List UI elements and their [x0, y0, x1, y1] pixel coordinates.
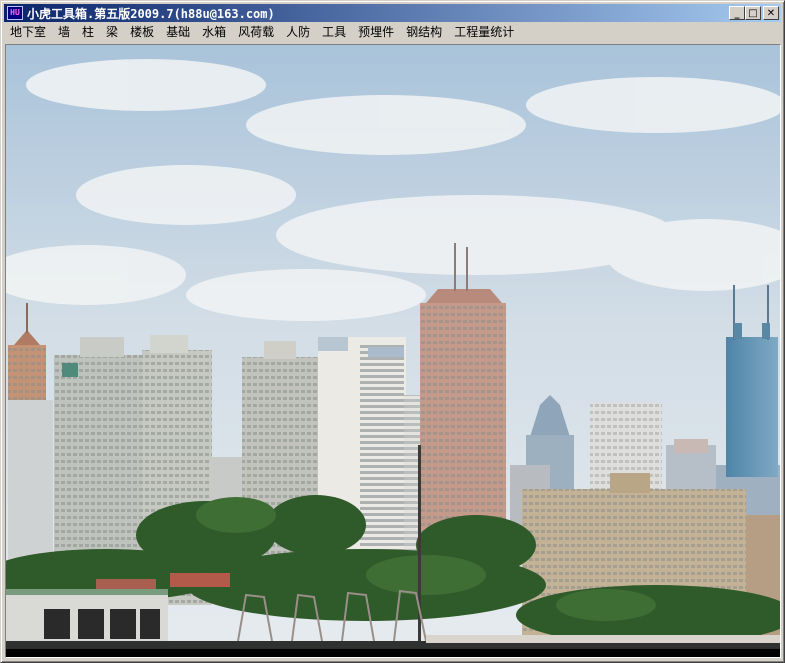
menu-bar: 地下室 墙 柱 梁 楼板 基础 水箱 风荷载 人防 工具 预埋件 钢结构 工程量… — [4, 23, 781, 42]
bottom-edge — [6, 649, 780, 657]
banner-sign — [426, 635, 780, 643]
close-icon: ✕ — [766, 7, 776, 19]
title-bar[interactable]: HU 小虎工具箱.第五版2009.7(h88u@163.com) _ □ ✕ — [4, 4, 781, 22]
menu-item-quantity-stats[interactable]: 工程量统计 — [448, 24, 520, 41]
menu-item-steel-structure[interactable]: 钢结构 — [400, 24, 448, 41]
skyline-illustration — [6, 45, 780, 657]
menu-item-embedded-parts[interactable]: 预埋件 — [352, 24, 400, 41]
window-title: 小虎工具箱.第五版2009.7(h88u@163.com) — [27, 6, 275, 21]
app-icon: HU — [7, 6, 23, 20]
maximize-button[interactable]: □ — [745, 6, 761, 20]
menu-item-civil-defense[interactable]: 人防 — [280, 24, 316, 41]
close-button[interactable]: ✕ — [763, 6, 779, 20]
red-roof — [170, 573, 230, 587]
app-window: HU 小虎工具箱.第五版2009.7(h88u@163.com) _ □ ✕ 地… — [0, 0, 785, 663]
maximize-icon: □ — [748, 7, 758, 19]
menu-item-wind-load[interactable]: 风荷载 — [232, 24, 280, 41]
menu-item-tools[interactable]: 工具 — [316, 24, 352, 41]
minimize-icon: _ — [734, 7, 740, 19]
menu-item-beam[interactable]: 梁 — [100, 24, 124, 41]
minimize-button[interactable]: _ — [729, 6, 745, 20]
right-mid-roof — [674, 439, 708, 453]
menu-item-column[interactable]: 柱 — [76, 24, 100, 41]
menu-item-water-tank[interactable]: 水箱 — [196, 24, 232, 41]
city-skyline-photo — [5, 44, 781, 658]
menu-item-basement[interactable]: 地下室 — [4, 24, 52, 41]
menu-item-foundation[interactable]: 基础 — [160, 24, 196, 41]
menu-item-slab[interactable]: 楼板 — [124, 24, 160, 41]
menu-item-wall[interactable]: 墙 — [52, 24, 76, 41]
red-roof-2 — [96, 579, 156, 589]
window-controls: _ □ ✕ — [729, 6, 779, 20]
